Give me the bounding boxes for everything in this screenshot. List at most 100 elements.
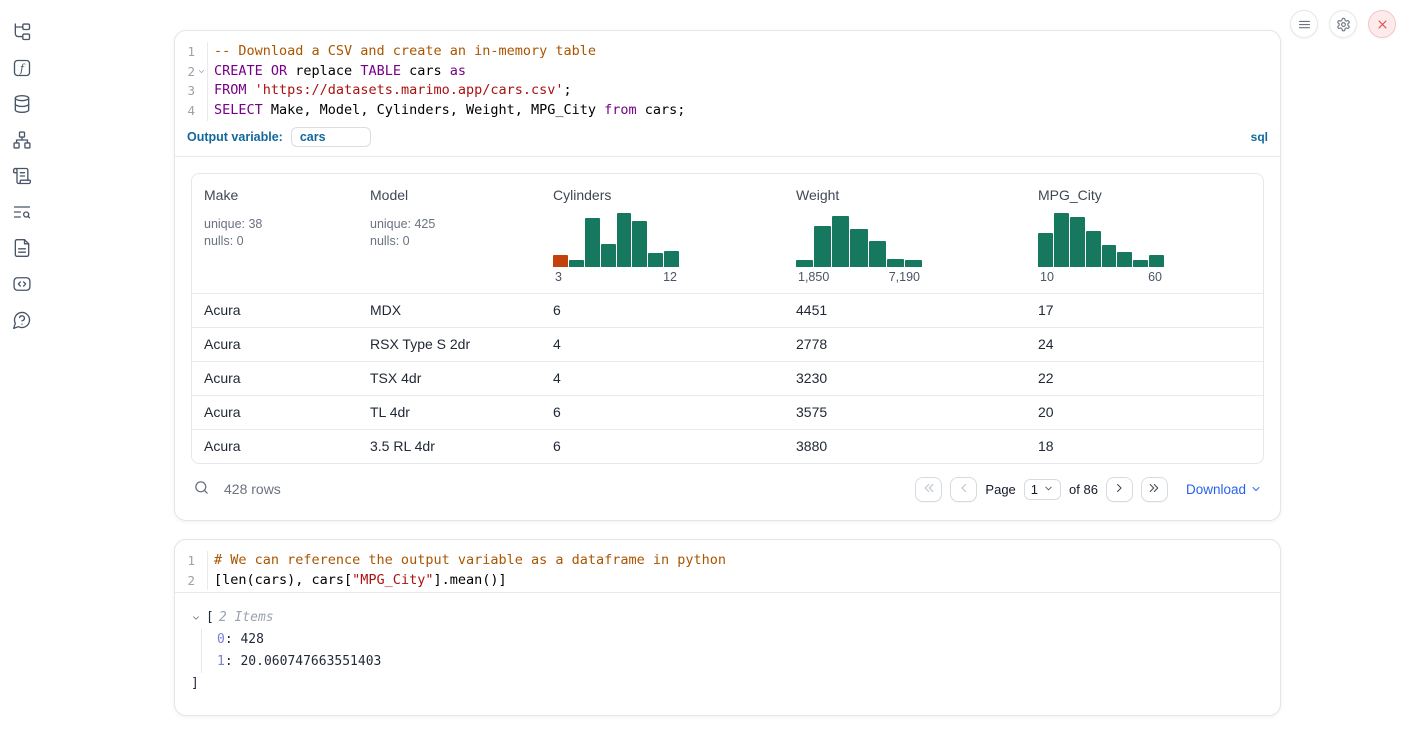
logs-icon[interactable] [12,202,32,222]
column-histogram: 1060 [1038,213,1164,284]
table-row[interactable]: AcuraTSX 4dr4323022 [192,361,1263,395]
last-page-button[interactable] [1141,477,1168,502]
help-icon[interactable] [12,310,32,330]
line-number: 3 [175,81,195,101]
left-sidebar: f [0,0,44,330]
histogram-bar [1133,260,1148,266]
documentation-icon[interactable] [12,238,32,258]
table-cell: 18 [1026,430,1263,463]
histogram-bar [664,251,679,267]
chevron-right-icon [1112,481,1126,498]
editor-gutter: 2 [175,571,208,591]
gear-icon [1336,17,1351,32]
table-cell: TSX 4dr [358,362,541,395]
histogram-bar [601,244,616,267]
data-table: Makeunique: 38nulls: 0 Model unique: 425nu… [191,173,1264,464]
variables-icon[interactable]: f [12,58,32,78]
chevrons-left-icon [922,481,936,498]
column-title[interactable]: Make [204,187,238,203]
tree-item-value: : 20.060747663551403 [225,654,382,669]
histogram-axis-labels: 1060 [1038,270,1164,284]
tree-item-index: 1 [217,654,225,669]
dependency-graph-icon[interactable] [12,130,32,150]
table-row[interactable]: AcuraTL 4dr6357520 [192,395,1263,429]
column-stats: unique: 425nulls: 0 [370,216,529,250]
fold-chevron-icon[interactable] [195,62,208,82]
column-header: MPG_City 1060 [1026,174,1263,293]
table-row[interactable]: AcuraMDX6445117 [192,293,1263,327]
column-header: Makeunique: 38nulls: 0 [192,174,358,293]
line-number: 2 [175,571,195,591]
tree-open-bracket: [ [206,607,214,629]
chevron-down-icon [1043,482,1054,497]
chevron-down-icon [1250,483,1262,495]
shutdown-button[interactable] [1368,10,1396,38]
table-cell: 4451 [784,294,1026,327]
tree-items-count: 2 Items [219,607,274,629]
fold-spacer [195,571,208,591]
notebook-area: 1-- Download a CSV and create an in-memo… [174,30,1281,716]
table-cell: 6 [541,294,784,327]
first-page-button[interactable] [915,477,942,502]
table-cell: 3575 [784,396,1026,429]
chevrons-right-icon [1147,481,1161,498]
fold-spacer [195,81,208,101]
histogram-bar [1102,245,1117,267]
table-row[interactable]: Acura3.5 RL 4dr6388018 [192,429,1263,463]
table-cell: 24 [1026,328,1263,361]
scratchpad-icon[interactable] [12,166,32,186]
column-title[interactable]: Model [370,187,408,203]
row-count: 428 rows [224,481,281,497]
settings-button[interactable] [1329,10,1357,38]
histogram-bar [1070,217,1085,267]
table-cell: 6 [541,430,784,463]
table-cell: 20 [1026,396,1263,429]
tree-item-index: 0 [217,632,225,647]
histogram-bar [814,226,831,267]
column-header: Cylinders312 [541,174,784,293]
menu-icon [1297,17,1312,32]
table-footer: 428 rows Page 1 of 86 [191,464,1264,504]
sql-editor[interactable]: 1-- Download a CSV and create an in-memo… [175,31,1280,123]
close-icon [1375,17,1390,32]
column-title[interactable]: Cylinders [553,187,611,203]
next-page-button[interactable] [1106,477,1133,502]
download-button[interactable]: Download [1186,482,1262,497]
column-title[interactable]: Weight [796,187,839,203]
line-number: 2 [175,62,195,82]
code-text: [len(cars), cars["MPG_City"].mean()] [208,571,507,591]
histogram-bar [1038,233,1053,266]
python-cell: 1# We can reference the output variable … [174,539,1281,716]
histogram-bar [585,218,600,267]
page-select[interactable]: 1 [1024,479,1061,500]
line-number: 4 [175,101,195,121]
table-cell: 6 [541,396,784,429]
histogram-bar [1149,255,1164,267]
histogram-bar [850,229,867,267]
editor-gutter: 1 [175,42,208,62]
table-cell: Acura [192,430,358,463]
column-title[interactable]: MPG_City [1038,187,1102,203]
code-line: 1-- Download a CSV and create an in-memo… [175,42,1280,62]
python-editor[interactable]: 1# We can reference the output variable … [175,540,1280,592]
table-body: AcuraMDX6445117AcuraRSX Type S 2dr427782… [192,293,1263,463]
tree-collapse-chevron-icon[interactable] [191,613,201,623]
language-badge[interactable]: sql [1251,130,1268,144]
notebook-menu-button[interactable] [1290,10,1318,38]
histogram-bar [648,253,663,267]
editor-gutter: 4 [175,101,208,121]
output-variable-row: Output variable: cars sql [175,123,1280,156]
prev-page-button[interactable] [950,477,977,502]
output-variable-input[interactable]: cars [291,127,371,147]
page-select-value: 1 [1031,482,1038,497]
table-cell: 22 [1026,362,1263,395]
tree-item-value: : 428 [225,632,264,647]
table-row[interactable]: AcuraRSX Type S 2dr4277824 [192,327,1263,361]
file-explorer-icon[interactable] [12,22,32,42]
snippets-icon[interactable] [12,274,32,294]
fold-spacer [195,101,208,121]
code-line: 1# We can reference the output variable … [175,551,1280,571]
histogram-bar [887,259,904,267]
search-button[interactable] [193,479,210,499]
datasources-icon[interactable] [12,94,32,114]
